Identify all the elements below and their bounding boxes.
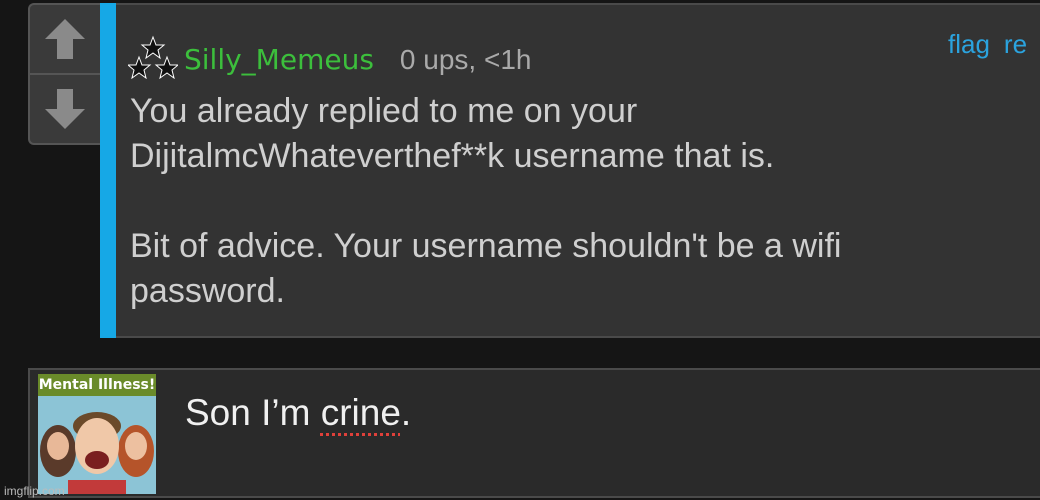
comment-header: Silly_Memeus 0 ups, <1h [128,25,532,79]
comment-body: You already replied to me on your Dijita… [130,89,970,359]
vote-column [28,3,100,145]
flag-link[interactable]: flag [948,29,990,59]
reply-text-start: Son I’m [185,392,321,433]
avatar-banner: Mental Illness! [38,374,156,396]
reply-text-end: . [400,392,412,433]
star-rank-icon [128,35,178,79]
comment-meta: 0 ups, <1h [399,44,532,75]
reply-link[interactable]: re [1004,29,1027,59]
upvote-button[interactable] [30,5,100,75]
arrow-up-icon [45,19,85,59]
comment-actions: flag re [948,29,1040,60]
comment-accent-bar [100,3,116,338]
reply-box: Mental Illness! Son I’m crine. [28,368,1040,498]
misspelled-word[interactable]: crine [321,392,401,433]
comment-box: Silly_Memeus 0 ups, <1h flag re You alrea… [100,3,1040,338]
reply-text: Son I’m crine. [185,392,411,434]
watermark: imgflip.com [4,484,65,498]
avatar[interactable]: Mental Illness! [38,374,156,494]
downvote-button[interactable] [30,75,100,143]
avatar-image [38,396,156,494]
comment-paragraph: Bit of advice. Your username shouldn't b… [130,227,842,310]
arrow-down-icon [45,89,85,129]
username-link[interactable]: Silly_Memeus [184,43,374,76]
comment-paragraph: You already replied to me on your Dijita… [130,92,775,175]
